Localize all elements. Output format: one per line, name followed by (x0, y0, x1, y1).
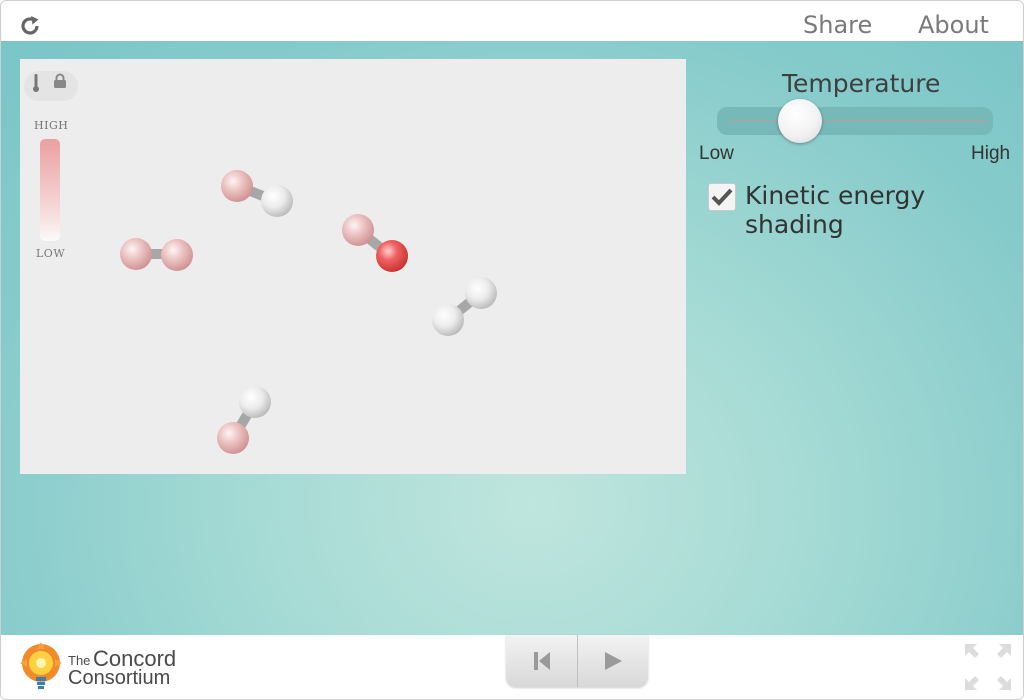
top-bar: Share About (1, 1, 1023, 41)
app-frame: Share About HIGH LOW Temperature Low Hig… (0, 0, 1024, 700)
atom[interactable] (217, 422, 249, 454)
model-stage: HIGH LOW Temperature Low High Kinetic en… (1, 41, 1023, 635)
molecule[interactable] (432, 277, 497, 336)
molecule[interactable] (120, 238, 193, 271)
atom[interactable] (465, 277, 497, 309)
atom[interactable] (432, 304, 464, 336)
reset-to-start-button[interactable] (506, 635, 577, 687)
atom[interactable] (161, 239, 193, 271)
checkmark-icon (711, 188, 733, 206)
atom[interactable] (239, 386, 271, 418)
reload-icon[interactable] (17, 13, 43, 39)
logo-the-text: The (68, 653, 91, 668)
temperature-slider-handle[interactable] (778, 99, 823, 143)
temperature-title: Temperature (782, 69, 941, 98)
logo-consortium-text: Consortium (68, 667, 171, 689)
kinetic-energy-checkbox[interactable] (708, 183, 736, 211)
atom[interactable] (261, 185, 293, 217)
slider-min-label: Low (699, 143, 734, 164)
atom[interactable] (120, 238, 152, 270)
atom[interactable] (221, 170, 253, 202)
atom[interactable] (342, 214, 374, 246)
molecules-layer (120, 170, 497, 454)
temperature-slider-track[interactable] (728, 120, 986, 122)
share-link[interactable]: Share (803, 11, 872, 39)
play-button[interactable] (577, 635, 648, 687)
molecule-container[interactable]: HIGH LOW (20, 59, 686, 474)
molecule[interactable] (342, 214, 408, 272)
play-icon (605, 652, 622, 670)
about-link[interactable]: About (918, 11, 989, 39)
molecule[interactable] (221, 170, 293, 217)
kinetic-energy-label[interactable]: Kinetic energy shading (745, 181, 1023, 239)
bottom-bar: The Concord Consortium (1, 635, 1023, 699)
playback-controls (506, 635, 648, 687)
lightbulb-logo-icon[interactable] (17, 641, 69, 693)
reset-to-start-icon (533, 652, 550, 670)
atom[interactable] (376, 240, 408, 272)
fullscreen-icon[interactable] (963, 642, 1013, 692)
molecule[interactable] (217, 386, 271, 454)
slider-max-label: High (971, 143, 1011, 164)
